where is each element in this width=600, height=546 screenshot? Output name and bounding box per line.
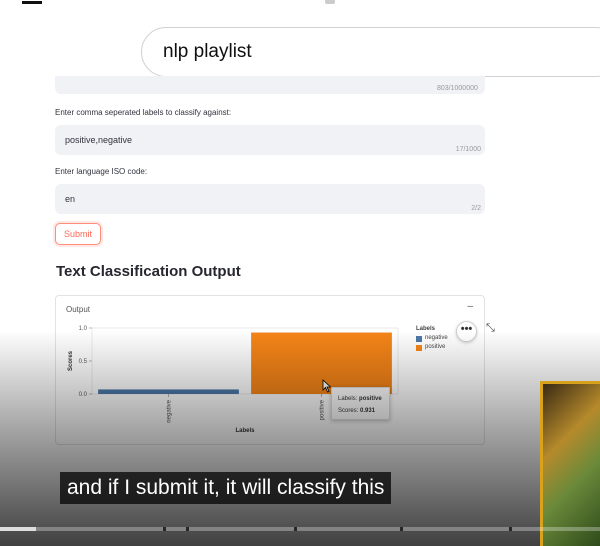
tooltip-scores-value: 0.931 [360,408,376,414]
labels-input[interactable]: positive,negative 17/1000 [55,125,485,155]
chart-tooltip: Labels: positive Scores: 0.931 [331,387,390,420]
legend-label-negative: negative [425,335,448,341]
lang-value: en [65,194,76,204]
submit-button[interactable]: Submit [55,223,101,245]
lang-char-counter: 2/2 [471,205,481,212]
bar-negative [98,389,239,394]
lang-input[interactable]: en 2/2 [55,184,485,214]
webcam-overlay [540,381,600,546]
x-tick-label-negative: negative [167,399,173,422]
output-card: Output – 0.0 0.5 1.0 negative positive Labels… [55,295,485,445]
y-axis-label: Scores [68,350,74,371]
y-tick-label: 0.0 [79,392,88,398]
text-input-bottom[interactable] [55,76,485,94]
y-tick-label: 1.0 [79,326,88,332]
x-tick-label-positive: positive [320,399,326,420]
tooltip-labels-key: Labels: [338,396,358,402]
labels-char-counter: 17/1000 [455,146,481,153]
chapter-marker [163,527,166,531]
legend-item-positive: positive [416,343,448,352]
mouse-cursor-icon [322,379,332,393]
notification-icon[interactable] [325,0,335,4]
legend-label-positive: positive [425,344,446,350]
tooltip-labels-value: positive [359,396,382,402]
video-caption: and if I submit it, it will classify thi… [60,472,392,504]
chapter-marker [294,527,297,531]
chapter-marker [186,527,189,531]
lang-prompt: Enter language ISO code: [55,167,148,176]
search-query: nlp playlist [163,41,252,62]
legend-item-negative: negative [416,334,448,343]
legend-title: Labels [416,326,436,332]
output-heading: Text Classification Output [56,263,241,280]
tooltip-scores-key: Scores: [338,408,359,414]
chart-legend: Labels negative positive [416,326,448,352]
text-char-counter: 803/1000000 [437,85,478,92]
x-axis-label: Labels [235,428,255,434]
labels-prompt: Enter comma seperated labels to classify… [55,108,232,117]
chapter-marker [509,527,512,531]
labels-value: positive,negative [65,135,133,145]
video-progress-fill [0,527,36,531]
y-tick-label: 0.5 [79,359,88,365]
more-options-icon[interactable]: ••• [456,321,477,342]
bar-chart: 0.0 0.5 1.0 negative positive Labels Scores [68,326,399,434]
menu-icon[interactable] [22,0,42,4]
search-input[interactable]: nlp playlist [141,27,600,77]
fullscreen-icon[interactable]: ⤡ [486,322,495,335]
chapter-marker [400,527,403,531]
